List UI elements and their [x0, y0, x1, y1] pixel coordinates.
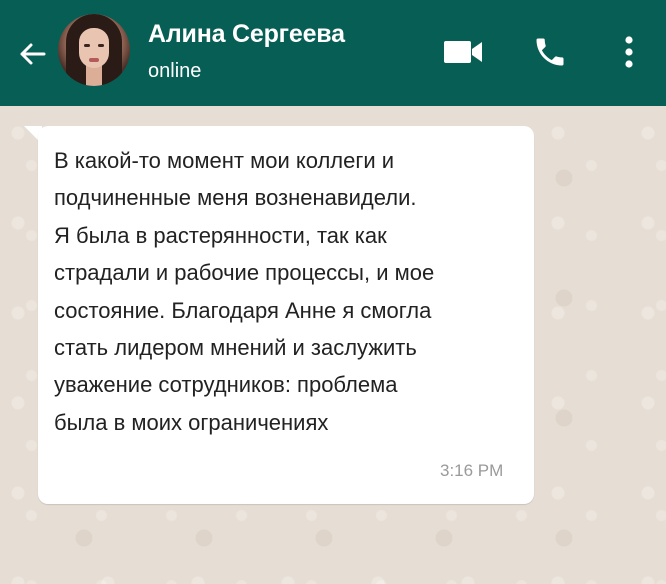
message-line: В какой-то момент мои коллеги и: [54, 148, 395, 173]
message-timestamp: 3:16 PM: [440, 461, 504, 480]
voice-call-button[interactable]: [530, 30, 570, 74]
message-line: подчиненные меня возненавидели.: [54, 185, 417, 211]
message-line: уважение сотрудников: проблема: [54, 372, 398, 398]
message-line: страдали и рабочие процессы, и мое: [54, 260, 435, 286]
message-line: была в моих ограничениях: [54, 409, 329, 435]
message-line: стать лидером мнений и заслужить: [54, 334, 417, 360]
message-line: Я была в растерянности, так как: [54, 222, 387, 248]
message-line: состояние. Благодаря Анне я смогла: [54, 297, 432, 323]
more-options-button[interactable]: [614, 30, 644, 74]
avatar[interactable]: [58, 14, 130, 86]
contact-name[interactable]: Алина Сергеева: [148, 20, 345, 49]
video-call-button[interactable]: [440, 30, 486, 74]
video-call-icon: [444, 41, 482, 63]
more-vertical-icon: [625, 36, 633, 68]
contact-status: online: [148, 60, 202, 82]
message-text: В какой-то момент мои коллеги и подчинен…: [54, 142, 524, 441]
back-button[interactable]: [14, 36, 50, 72]
back-arrow-icon: [20, 43, 46, 65]
phone-icon: [536, 38, 564, 66]
chat-header: Алина Сергеева online: [0, 0, 666, 106]
